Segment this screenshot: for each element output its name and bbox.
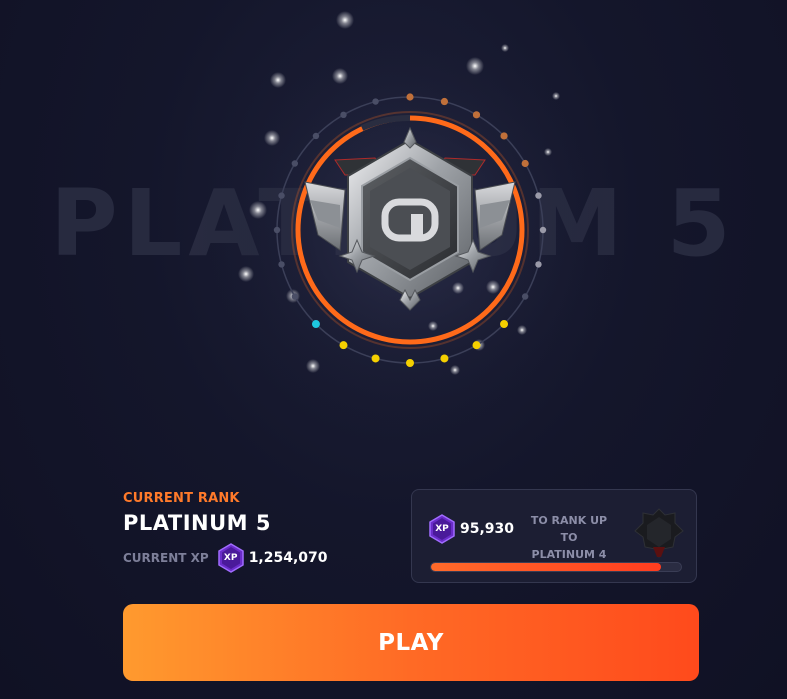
- xp-icon: XP: [217, 543, 245, 573]
- rank-emblem-area: [0, 0, 787, 440]
- next-rank-name: PLATINUM 4: [531, 548, 607, 561]
- next-rank-card: XP 95,930 TO RANK UP TO PLATINUM 4: [411, 489, 697, 583]
- rank-progress-dot: [472, 111, 481, 119]
- rank-progress-bar: [430, 562, 682, 572]
- rank-progress-dot: [472, 341, 481, 350]
- rank-progress-dot: [312, 132, 320, 140]
- xp-icon-text: XP: [435, 524, 449, 534]
- next-rank-text: TO RANK UP TO PLATINUM 4: [524, 512, 614, 563]
- rank-emblem-icon: [190, 10, 630, 440]
- rank-progress-dot: [440, 97, 449, 106]
- rank-progress-dot: [278, 261, 285, 268]
- rank-progress-dot: [311, 320, 320, 329]
- xp-needed-row: XP 95,930: [428, 514, 514, 544]
- rank-progress-dot: [535, 192, 542, 199]
- rank-progress-dot: [521, 159, 529, 168]
- current-xp-value: 1,254,070: [248, 550, 328, 566]
- rank-progress-dot: [273, 226, 281, 234]
- rank-progress-dot: [521, 293, 529, 300]
- rank-progress-dot: [406, 93, 414, 101]
- current-xp-row: CURRENT XP XP 1,254,070: [123, 543, 328, 573]
- current-rank-label: CURRENT RANK: [123, 491, 240, 506]
- xp-icon: XP: [428, 514, 456, 544]
- rank-progress-dot: [500, 320, 509, 329]
- rank-progress-dot: [535, 261, 542, 268]
- to-rank-up-label: TO RANK UP TO: [530, 514, 608, 544]
- current-rank-panel: CURRENT RANK PLATINUM 5 CURRENT XP XP 1,…: [123, 491, 328, 573]
- rank-progress-dot: [372, 98, 379, 105]
- next-rank-emblem-icon: [631, 505, 687, 565]
- rank-progress-dot: [291, 293, 299, 300]
- current-rank-name: PLATINUM 5: [123, 511, 271, 535]
- xp-needed-value: 95,930: [460, 521, 515, 537]
- rank-progress-dot: [291, 160, 299, 167]
- play-button[interactable]: PLAY: [123, 604, 699, 681]
- rank-progress-dot: [278, 192, 285, 199]
- rank-progress-dot: [340, 111, 347, 119]
- rank-progress-dot: [440, 354, 449, 363]
- rank-progress-fill: [431, 563, 661, 571]
- rank-progress-dot: [339, 341, 348, 350]
- rank-progress-dot: [500, 132, 508, 140]
- xp-icon-text: XP: [223, 553, 238, 563]
- current-xp-label: CURRENT XP: [123, 551, 209, 565]
- rank-progress-dot: [371, 354, 380, 363]
- rank-progress-dot: [539, 226, 547, 234]
- rank-progress-dot: [406, 359, 414, 367]
